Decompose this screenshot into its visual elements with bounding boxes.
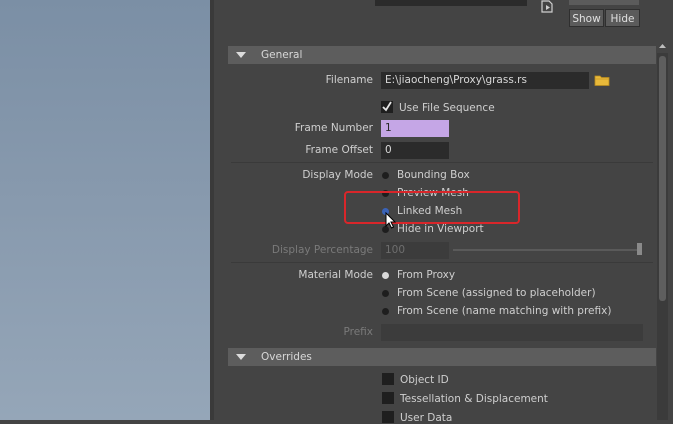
display-percentage-field[interactable]: 100	[381, 242, 449, 259]
frame-number-field[interactable]: 1	[381, 120, 449, 137]
section-title: General	[261, 49, 303, 61]
divider	[231, 162, 653, 163]
divider	[231, 262, 653, 263]
display-mode-option-hide-in-viewport: Hide in Viewport	[397, 223, 484, 235]
frame-offset-label: Frame Offset	[305, 144, 373, 156]
section-title: Overrides	[261, 351, 312, 363]
display-percentage-slider-track[interactable]	[453, 249, 639, 251]
display-mode-option-bounding-box: Bounding Box	[397, 169, 470, 181]
viewport-background	[0, 0, 210, 420]
display-percentage-label: Display Percentage	[271, 244, 373, 256]
tessellation-displacement-label: Tessellation & Displacement	[400, 393, 548, 405]
hide-button[interactable]: Hide	[605, 9, 640, 27]
material-mode-radio-from-scene-placeholder[interactable]	[382, 290, 389, 297]
prefix-label: Prefix	[343, 326, 373, 338]
collapse-triangle-icon	[236, 354, 246, 360]
use-file-sequence-label: Use File Sequence	[399, 102, 495, 114]
frame-number-label: Frame Number	[294, 122, 373, 134]
folder-icon[interactable]	[594, 73, 610, 87]
use-file-sequence-checkbox[interactable]	[381, 101, 393, 113]
material-mode-radio-from-proxy[interactable]	[382, 272, 389, 279]
material-mode-option-from-scene-prefix: From Scene (name matching with prefix)	[397, 305, 612, 317]
material-mode-label: Material Mode	[298, 269, 373, 281]
display-percentage-slider-handle[interactable]	[637, 243, 642, 255]
annotation-highlight-box	[344, 191, 520, 224]
user-data-label: User Data	[400, 412, 453, 424]
scroll-up-icon[interactable]	[657, 41, 668, 51]
top-dropdown-remnant[interactable]	[569, 0, 639, 5]
material-mode-radio-from-scene-prefix[interactable]	[382, 308, 389, 315]
frame-offset-field[interactable]: 0	[381, 142, 449, 159]
show-button[interactable]: Show	[569, 9, 604, 27]
filename-field[interactable]: E:\jiaocheng\Proxy\grass.rs	[381, 72, 589, 89]
display-mode-radio-bounding-box[interactable]	[382, 172, 389, 179]
collapse-triangle-icon	[236, 52, 246, 58]
overrides-section-header[interactable]: Overrides	[228, 348, 656, 366]
top-field-remnant[interactable]	[375, 0, 527, 6]
scrollbar-thumb[interactable]	[659, 56, 666, 301]
user-data-checkbox[interactable]	[382, 411, 394, 423]
tessellation-displacement-checkbox[interactable]	[382, 392, 394, 404]
display-mode-label: Display Mode	[302, 169, 373, 181]
prefix-field[interactable]	[381, 324, 643, 341]
open-file-icon[interactable]	[540, 0, 558, 14]
object-id-label: Object ID	[400, 374, 449, 386]
object-id-checkbox[interactable]	[382, 373, 394, 385]
material-mode-option-from-proxy: From Proxy	[397, 269, 456, 281]
general-section-header[interactable]: General	[228, 46, 656, 64]
material-mode-option-from-scene-placeholder: From Scene (assigned to placeholder)	[397, 287, 596, 299]
filename-label: Filename	[325, 74, 373, 86]
mouse-cursor-icon	[385, 211, 397, 229]
